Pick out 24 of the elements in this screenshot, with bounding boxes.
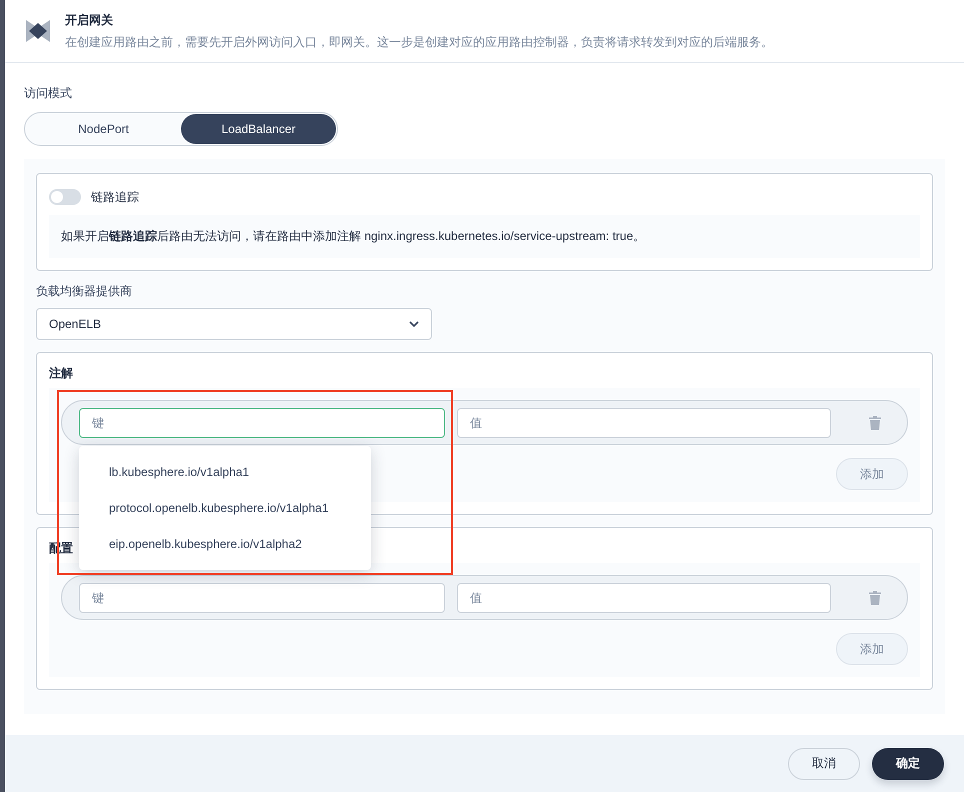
mode-tab[interactable]: NodePort (26, 114, 181, 144)
confirm-button[interactable]: 确定 (872, 748, 944, 780)
provider-select[interactable]: OpenELB (36, 308, 432, 340)
trash-icon[interactable] (869, 590, 881, 604)
cancel-button[interactable]: 取消 (788, 748, 860, 780)
dropdown-option[interactable]: lb.kubesphere.io/v1alpha1 (79, 454, 371, 490)
value-field[interactable]: 值 (457, 582, 831, 612)
toggle-label: 链路追踪 (91, 188, 139, 206)
chevron-down-icon (409, 321, 419, 327)
value-field[interactable]: 值 (457, 408, 831, 438)
dialog-title: 开启网关 (65, 12, 114, 28)
key-field[interactable]: 键 (79, 582, 445, 612)
dropdown-option[interactable]: eip.openelb.kubesphere.io/v1alpha2 (79, 526, 371, 562)
toggle-switch[interactable] (49, 189, 81, 205)
gateway-icon (25, 18, 51, 44)
trash-icon[interactable] (869, 416, 881, 430)
field-label: 负载均衡器提供商 (36, 283, 133, 300)
section-title: 注解 (49, 365, 73, 382)
dropdown-option[interactable]: protocol.openelb.kubesphere.io/v1alpha1 (79, 490, 371, 526)
field-label: 访问模式 (24, 85, 73, 102)
key-field[interactable]: 键 (79, 408, 445, 438)
mode-tab[interactable]: LoadBalancer (181, 114, 336, 144)
info-note: 如果开启链路追踪后路由无法访问，请在路由中添加注解 nginx.ingress.kubernetes.io/service-upstream: true。 (49, 215, 920, 258)
dialog-description: 在创建应用路由之前，需要先开启外网访问入口，即网关。这一步是创建对应的应用路由控制器，负责将请求转发到对应的后端服务。 (65, 34, 773, 50)
